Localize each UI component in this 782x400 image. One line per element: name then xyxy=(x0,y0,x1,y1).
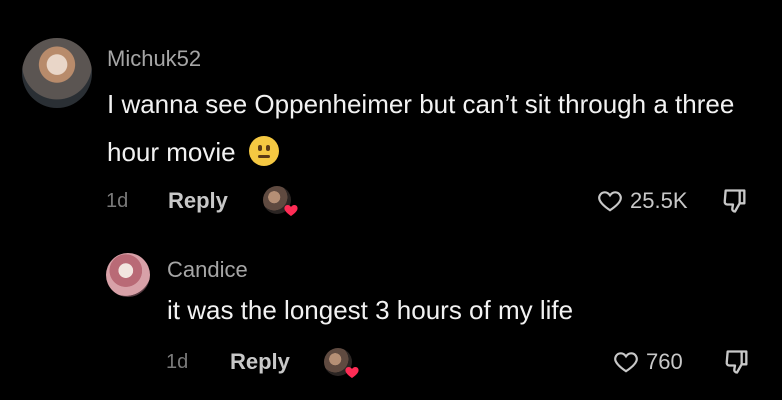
creator-liked-avatar xyxy=(263,186,298,216)
heart-outline-icon xyxy=(598,191,622,212)
reply-button[interactable]: Reply xyxy=(230,347,290,377)
like-button[interactable]: 760 xyxy=(612,347,683,377)
comment-text-content: I wanna see Oppenheimer but can’t sit th… xyxy=(107,89,735,167)
comment-time: 1d xyxy=(106,190,129,212)
comment-time: 1d xyxy=(166,351,189,373)
avatar[interactable] xyxy=(22,38,92,108)
heart-outline-icon xyxy=(614,352,638,373)
comment-text: I wanna see Oppenheimer but can’t sit th… xyxy=(107,80,757,176)
reply-button[interactable]: Reply xyxy=(168,186,228,216)
like-count: 25.5K xyxy=(630,188,688,213)
comment-text: it was the longest 3 hours of my life xyxy=(167,295,574,325)
comment-username[interactable]: Candice xyxy=(167,257,248,283)
heart-badge-icon xyxy=(284,205,298,216)
thumbs-down-icon[interactable] xyxy=(721,187,749,215)
thumbs-down-icon[interactable] xyxy=(723,348,751,376)
like-count: 760 xyxy=(646,349,683,374)
like-button[interactable]: 25.5K xyxy=(596,186,688,216)
comment-username[interactable]: Michuk52 xyxy=(107,46,201,72)
creator-liked-avatar xyxy=(324,348,359,378)
neutral-face-emoji-icon xyxy=(248,136,279,166)
heart-badge-icon xyxy=(345,367,359,378)
avatar[interactable] xyxy=(106,253,150,297)
